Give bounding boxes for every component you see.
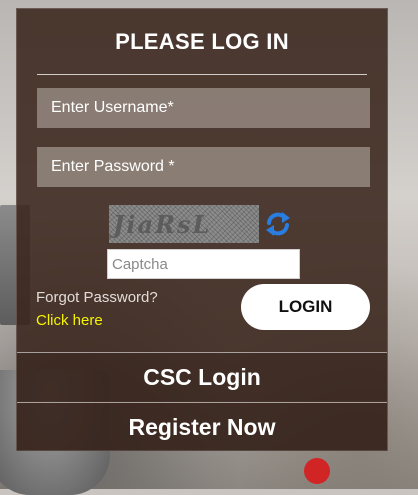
register-now-button[interactable]: Register Now <box>17 402 387 451</box>
login-panel: PLEASE LOG IN JiaRsL Forgot Password? Cl… <box>16 8 388 451</box>
background-red-knob <box>304 458 330 484</box>
csc-login-label: CSC Login <box>143 363 261 390</box>
username-input[interactable] <box>37 88 370 128</box>
refresh-icon[interactable] <box>263 209 293 239</box>
forgot-password-link[interactable]: Click here <box>36 312 103 329</box>
password-input[interactable] <box>37 147 370 187</box>
login-button[interactable]: LOGIN <box>241 284 370 330</box>
forgot-password-text: Forgot Password? <box>36 289 158 306</box>
title-divider <box>37 74 367 75</box>
register-now-label: Register Now <box>128 413 276 440</box>
panel-title: PLEASE LOG IN <box>115 29 289 54</box>
captcha-input[interactable] <box>107 249 300 279</box>
csc-login-button[interactable]: CSC Login <box>17 352 387 401</box>
captcha-image: JiaRsL <box>109 205 259 243</box>
captcha-image-text: JiaRsL <box>113 209 212 239</box>
